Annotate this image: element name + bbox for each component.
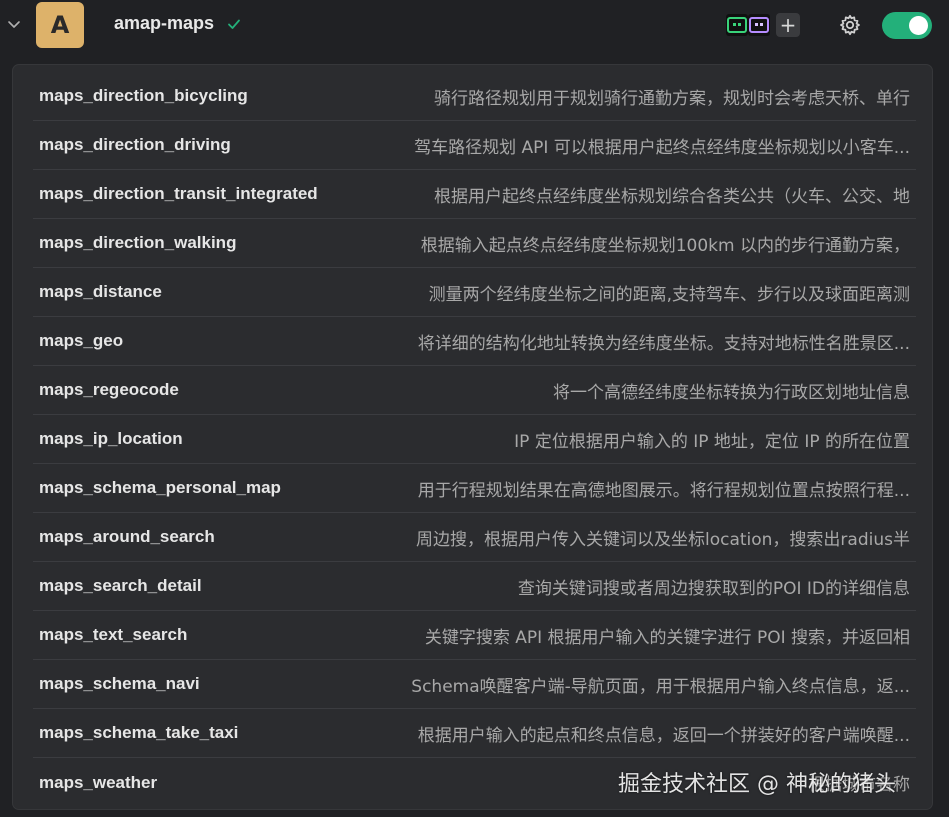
tool-row[interactable]: maps_search_detail 查询关键词搜或者周边搜获取到的POI ID的… [33,562,916,611]
tool-name: maps_text_search [39,625,188,644]
tool-description: 将详细的结构化地址转换为经纬度坐标。支持对地标性名胜景区... [417,333,910,354]
tool-description: 根据用户起终点经纬度坐标规划综合各类公共（火车、公交、地 [434,186,910,207]
tool-name: maps_schema_personal_map [39,478,281,497]
tool-name: maps_direction_driving [39,135,231,154]
tool-row[interactable]: maps_distance 测量两个经纬度坐标之间的距离,支持驾车、步行以及球面距… [33,268,916,317]
tool-description: Schema唤醒客户端-导航页面，用于根据用户输入终点信息，返... [411,676,910,697]
tool-name: maps_regeocode [39,380,179,399]
tool-description: 将一个高德经纬度坐标转换为行政区划地址信息 [553,382,910,403]
server-avatar: A [36,2,84,48]
tool-name: maps_direction_walking [39,233,237,252]
tool-name: maps_weather [39,772,158,792]
verified-check-icon [228,19,240,29]
tool-row[interactable]: maps_schema_personal_map 用于行程规划结果在高德地图展示。… [33,464,916,513]
tool-name: maps_ip_location [39,429,183,448]
tool-description: 周边搜，根据用户传入关键词以及坐标location，搜索出radius半 [415,529,910,550]
gear-icon[interactable] [838,13,862,37]
tool-name: maps_schema_navi [39,674,200,693]
add-button[interactable]: + [776,13,800,37]
tool-description: 测量两个经纬度坐标之间的距离,支持驾车、步行以及球面距离测 [428,284,910,305]
tool-row[interactable]: maps_text_search 关键字搜索 API 根据用户输入的关键字进行 P… [33,611,916,660]
tool-name: maps_direction_transit_integrated [39,184,318,203]
tool-name: maps_search_detail [39,576,202,595]
server-header: A amap-maps + [0,0,949,52]
tool-icon[interactable] [748,14,770,36]
tool-row[interactable]: maps_direction_driving 驾车路径规划 API 可以根据用户起… [33,121,916,170]
tool-name: maps_direction_bicycling [39,86,248,105]
tools-panel: maps_direction_bicycling 骑行路径规划用于规划骑行通勤方案… [12,64,933,810]
tool-description: IP 定位根据用户输入的 IP 地址，定位 IP 的所在位置 [514,431,910,452]
tool-description: 根据用户输入的起点和终点信息，返回一个拼装好的客户端唤醒... [417,725,910,746]
tool-name: maps_schema_take_taxi [39,723,239,742]
tool-description: 骑行路径规划用于规划骑行通勤方案，规划时会考虑天桥、单行 [434,88,910,109]
tool-row[interactable]: maps_around_search 周边搜，根据用户传入关键词以及坐标locat… [33,513,916,562]
tool-row[interactable]: maps_direction_walking 根据输入起点终点经纬度坐标规划100… [33,219,916,268]
tool-row[interactable]: maps_schema_navi Schema唤醒客户端-导航页面，用于根据用户输… [33,660,916,709]
tool-row[interactable]: maps_schema_take_taxi 根据用户输入的起点和终点信息，返回一个… [33,709,916,758]
tool-row[interactable]: maps_regeocode 将一个高德经纬度坐标转换为行政区划地址信息 [33,366,916,415]
tool-name: maps_geo [39,331,124,350]
chevron-down-icon[interactable] [6,16,22,32]
server-enable-toggle[interactable] [882,12,932,39]
server-name: amap-maps [114,13,215,33]
tool-description: 用于行程规划结果在高德地图展示。将行程规划位置点按照行程... [417,480,910,501]
tool-row[interactable]: maps_direction_bicycling 骑行路径规划用于规划骑行通勤方案… [33,72,916,121]
tool-name: maps_around_search [39,527,215,546]
tool-row[interactable]: maps_direction_transit_integrated 根据用户起终点… [33,170,916,219]
watermark: 掘金技术社区 @ 神秘的猪头 [618,772,896,797]
tool-row[interactable]: maps_ip_location IP 定位根据用户输入的 IP 地址，定位 IP… [33,415,916,464]
tool-description: 根据输入起点终点经纬度坐标规划100km 以内的步行通勤方案， [420,235,910,256]
tool-description: 驾车路径规划 API 可以根据用户起终点经纬度坐标规划以小客车... [414,137,910,158]
tool-list: maps_direction_bicycling 骑行路径规划用于规划骑行通勤方案… [33,72,916,807]
tool-row[interactable]: maps_geo 将详细的结构化地址转换为经纬度坐标。支持对地标性名胜景区... [33,317,916,366]
tool-description: 关键字搜索 API 根据用户输入的关键字进行 POI 搜索，并返回相 [424,627,910,648]
tool-description: 查询关键词搜或者周边搜获取到的POI ID的详细信息 [517,578,910,599]
tool-name: maps_distance [39,282,162,301]
tool-icon[interactable] [726,14,748,36]
toggle-knob [909,16,928,35]
